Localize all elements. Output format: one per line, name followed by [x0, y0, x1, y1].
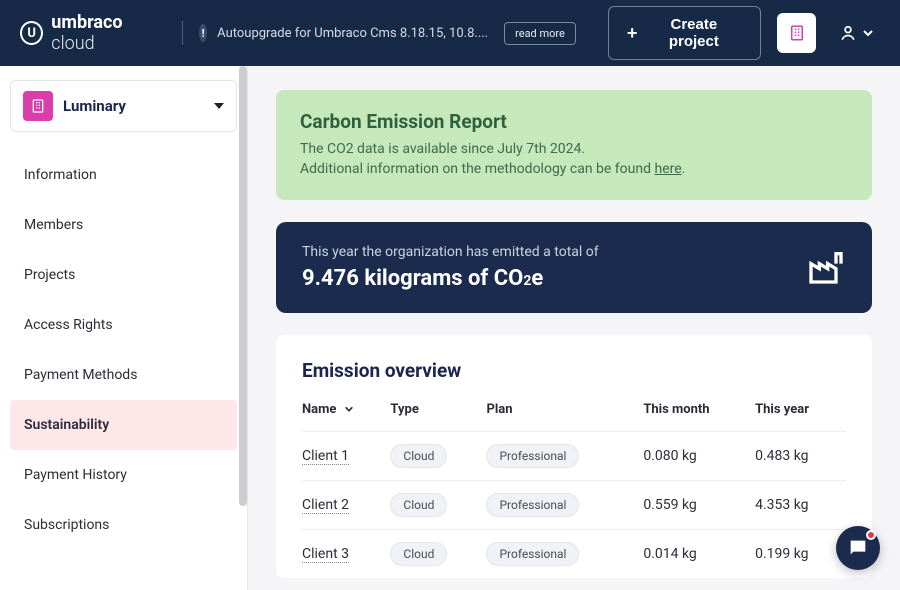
divider	[182, 21, 183, 45]
sidebar-item-sustainability[interactable]: Sustainability	[10, 400, 237, 450]
sidebar-item-projects[interactable]: Projects	[10, 250, 237, 300]
client-link[interactable]: Client 1	[302, 448, 349, 465]
info-icon: !	[199, 24, 207, 42]
org-switcher-button[interactable]	[777, 13, 816, 53]
client-link[interactable]: Client 3	[302, 546, 349, 563]
sidebar: Luminary InformationMembersProjectsAcces…	[0, 66, 248, 590]
plus-icon: +	[627, 24, 638, 42]
col-plan: Plan	[486, 402, 643, 432]
col-year: This year	[755, 402, 846, 432]
col-month: This month	[643, 402, 755, 432]
main-content: Carbon Emission Report The CO2 data is a…	[248, 66, 900, 590]
plan-pill: Professional	[486, 444, 579, 468]
month-cell: 0.080 kg	[643, 431, 755, 480]
chevron-down-icon	[214, 103, 224, 109]
sidebar-item-subscriptions[interactable]: Subscriptions	[10, 500, 237, 550]
sidebar-item-members[interactable]: Members	[10, 200, 237, 250]
sidebar-item-payment-history[interactable]: Payment History	[10, 450, 237, 500]
table-row: Client 3 Cloud Professional 0.014 kg0.199 k…	[302, 529, 846, 578]
chevron-down-icon	[862, 27, 874, 39]
brand[interactable]: U umbraco cloud	[20, 12, 166, 54]
plan-pill: Professional	[486, 542, 579, 566]
read-more-button[interactable]: read more	[504, 22, 576, 45]
type-pill: Cloud	[390, 542, 447, 566]
chat-icon	[847, 537, 869, 559]
report-line2b: .	[682, 161, 686, 177]
brand-logo-icon: U	[20, 21, 43, 45]
sidebar-item-payment-methods[interactable]: Payment Methods	[10, 350, 237, 400]
sidebar-item-information[interactable]: Information	[10, 150, 237, 200]
scrollbar[interactable]	[239, 66, 247, 506]
plan-pill: Professional	[486, 493, 579, 517]
sidebar-item-access-rights[interactable]: Access Rights	[10, 300, 237, 350]
nav-list: InformationMembersProjectsAccess RightsP…	[10, 150, 237, 550]
org-name: Luminary	[63, 97, 204, 115]
user-icon	[838, 23, 858, 43]
month-cell: 0.559 kg	[643, 480, 755, 529]
factory-icon	[806, 247, 846, 287]
total-emission-box: This year the organization has emitted a…	[276, 222, 872, 313]
total-label: This year the organization has emitted a…	[302, 244, 806, 260]
create-project-button[interactable]: + Create project	[608, 6, 761, 60]
report-line1: The CO2 data is available since July 7th…	[300, 141, 585, 157]
total-value: 9.476 kilograms of CO2e	[302, 266, 806, 291]
emission-table-card: Emission overview Name Type Plan This mo…	[276, 335, 872, 578]
upgrade-notice: ! Autoupgrade for Umbraco Cms 8.18.15, 1…	[199, 24, 488, 42]
methodology-link[interactable]: here	[654, 161, 681, 177]
table-row: Client 1 Cloud Professional 0.080 kg0.483 k…	[302, 431, 846, 480]
col-name[interactable]: Name	[302, 402, 390, 431]
building-icon	[30, 98, 46, 114]
create-project-label: Create project	[645, 16, 742, 50]
report-banner: Carbon Emission Report The CO2 data is a…	[276, 90, 872, 200]
org-icon	[23, 91, 53, 121]
type-pill: Cloud	[390, 493, 447, 517]
year-cell: 0.199 kg	[755, 529, 846, 578]
topbar: U umbraco cloud ! Autoupgrade for Umbrac…	[0, 0, 900, 66]
notification-dot	[866, 530, 876, 540]
chevron-down-icon	[344, 404, 354, 414]
user-menu-button[interactable]	[832, 23, 880, 43]
org-selector[interactable]: Luminary	[10, 80, 237, 132]
chat-button[interactable]	[836, 526, 880, 570]
year-cell: 4.353 kg	[755, 480, 846, 529]
col-type: Type	[390, 402, 486, 432]
type-pill: Cloud	[390, 444, 447, 468]
report-title: Carbon Emission Report	[300, 110, 848, 133]
brand-suffix: cloud	[51, 33, 94, 54]
report-line2a: Additional information on the methodolog…	[300, 161, 654, 177]
year-cell: 0.483 kg	[755, 431, 846, 480]
brand-name: umbraco	[51, 12, 122, 33]
client-link[interactable]: Client 2	[302, 497, 349, 514]
table-title: Emission overview	[302, 359, 846, 382]
table-row: Client 2 Cloud Professional 0.559 kg4.353 k…	[302, 480, 846, 529]
month-cell: 0.014 kg	[643, 529, 755, 578]
building-icon	[788, 24, 806, 42]
notice-text: Autoupgrade for Umbraco Cms 8.18.15, 10.…	[217, 26, 488, 41]
emission-table: Name Type Plan This month This year Clie…	[302, 402, 846, 578]
